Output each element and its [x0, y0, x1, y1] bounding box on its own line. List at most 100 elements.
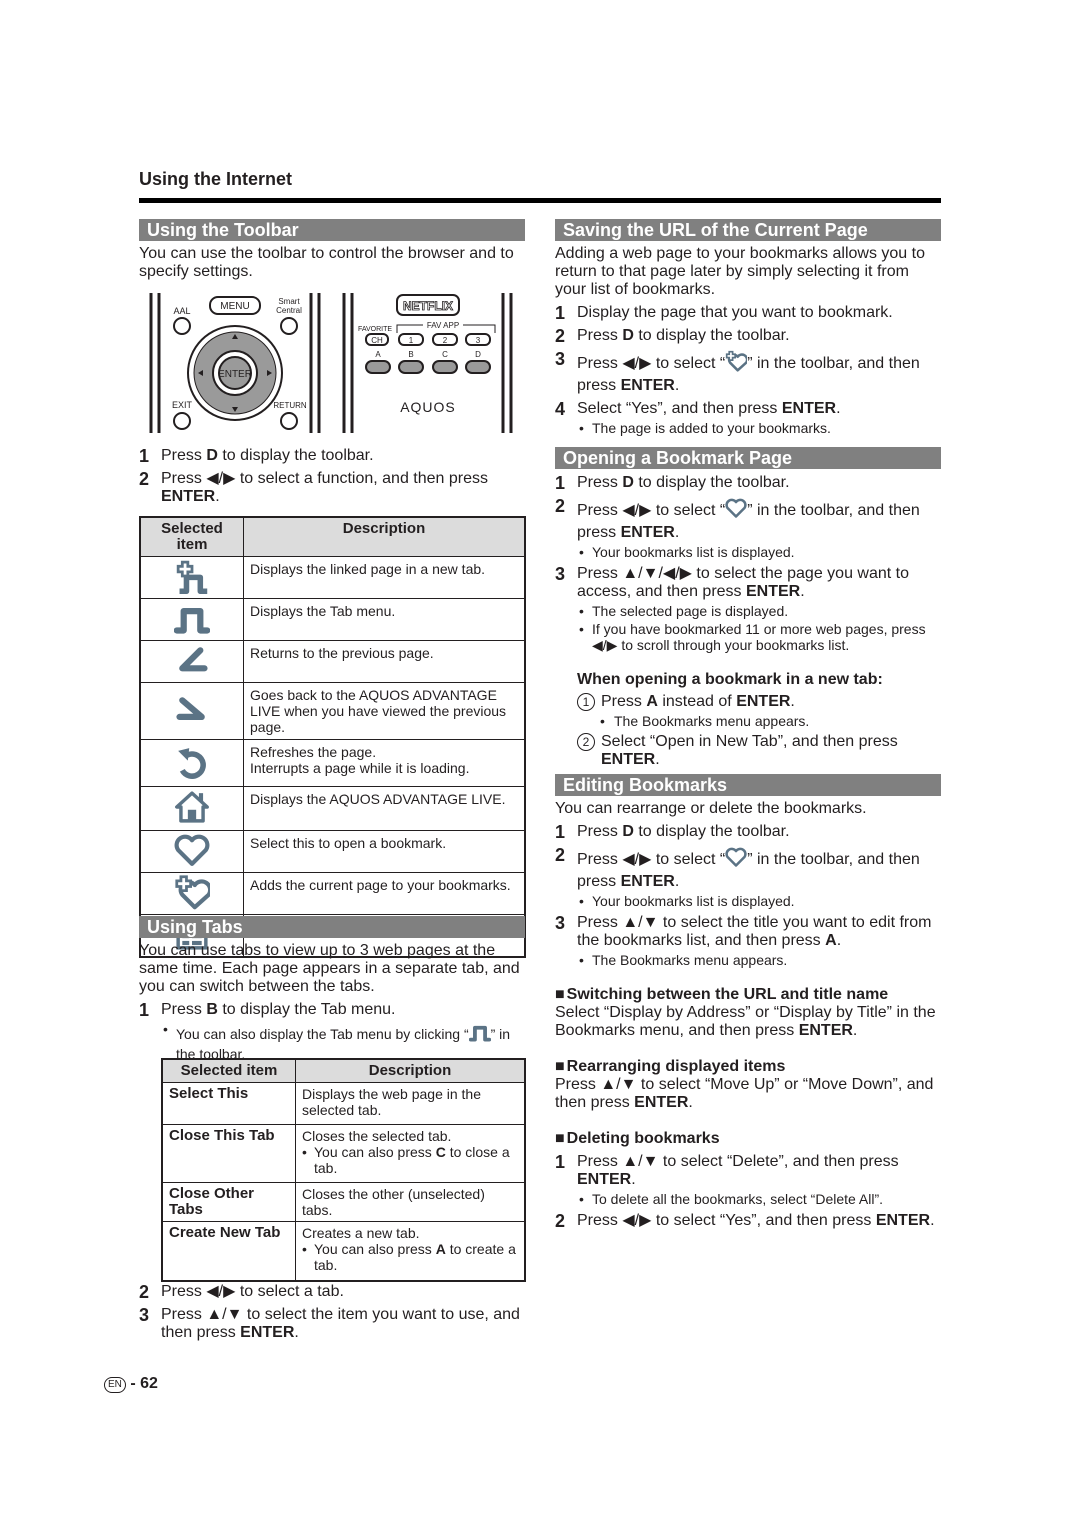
step: 1 Press B to display the Tab menu. [139, 1001, 525, 1019]
svg-text:B: B [408, 350, 413, 359]
section-header: Saving the URL of the Current Page [555, 219, 941, 241]
page-title: Using the Internet [139, 169, 293, 189]
aal-label: AAL [173, 306, 190, 316]
description-cell: Adds the current page to your bookmarks. [243, 872, 526, 915]
table-row: Close Other Tabs Closes the other (unsele… [161, 1182, 526, 1222]
step: 1 Press ▲/▼ to select “Delete”, and then … [555, 1153, 941, 1189]
text: The selected page is displayed. [592, 603, 789, 619]
step: 3 Press ▲/▼ to select the title you want … [555, 914, 941, 950]
step-number: 1 [139, 446, 150, 466]
text: Press ◀/▶ to select a function, and then… [161, 470, 488, 487]
section-header: Editing Bookmarks [555, 774, 941, 796]
subheading: Switching between the URL and title name [555, 986, 941, 1004]
tab-menu-icon [173, 600, 211, 639]
circled-number: 1 [577, 693, 595, 711]
step-number: 3 [139, 1305, 150, 1325]
table-row: Returns to the previous page. [139, 640, 526, 683]
text: . [852, 1022, 858, 1039]
color-buttons [365, 360, 491, 374]
language-badge: EN [104, 1377, 126, 1393]
step: 1 Press D to display the toolbar. [555, 474, 941, 492]
bullet-note: The Bookmarks menu appears. [555, 952, 941, 968]
bold-text: D [622, 474, 634, 491]
description-cell: Returns to the previous page. [243, 640, 526, 683]
tab-menu-icon [468, 1021, 491, 1046]
bold-text: A [646, 693, 658, 710]
description-text: Closes the other (unselected) tabs. [302, 1186, 485, 1218]
bold-text: ENTER [620, 873, 675, 890]
description-text: Creates a new tab. [302, 1225, 420, 1241]
section-header: Using the Toolbar [139, 219, 525, 241]
text: Rearranging displayed items [566, 1058, 786, 1075]
text: Press [161, 1001, 207, 1018]
text: The page is added to your bookmarks. [592, 420, 831, 436]
step-number: 2 [139, 469, 150, 489]
selected-item-cell [139, 556, 244, 599]
step-number: 3 [555, 913, 566, 933]
col-header-selected-item: Selected item [161, 1058, 296, 1083]
bold-text: ENTER [577, 1171, 632, 1188]
tabs-steps-continued: 2 Press ◀/▶ to select a tab. 3 Press ▲/▼ to… [139, 1278, 525, 1342]
text: You can rearrange or delete the bookmark… [555, 800, 867, 817]
svg-text:MENU: MENU [220, 301, 249, 312]
add-bookmark-icon [725, 350, 749, 377]
sub-step: 1 Press A instead of ENTER. [555, 693, 941, 711]
text: . [836, 400, 841, 417]
text: . [631, 1171, 636, 1188]
description-text: Displays the AQUOS ADVANTAGE LIVE. [250, 791, 506, 807]
text: If you have bookmarked 11 or more web pa… [592, 621, 926, 653]
bullet-note: You can also display the Tab menu by cli… [139, 1021, 525, 1062]
selected-item-cell [139, 682, 244, 740]
text: Your bookmarks list is displayed. [592, 544, 795, 560]
return-button [280, 412, 298, 430]
description-cell: Displays the linked page in a new tab. [243, 556, 526, 599]
bold-text: ENTER [745, 583, 801, 600]
bullet-note: The Bookmarks menu appears. [555, 713, 941, 729]
new-tab-icon [174, 558, 210, 597]
svg-text:FAVORITE: FAVORITE [358, 326, 392, 333]
paragraph: You can use tabs to view up to 3 web pag… [139, 942, 525, 996]
step: 1 Press D to display the toolbar. [555, 823, 941, 841]
section-header: Using Tabs [139, 916, 525, 938]
step-number: 2 [555, 1211, 566, 1231]
description-cell: Displays the Tab menu. [243, 598, 526, 641]
description-cell: Displays the web page in the selected ta… [295, 1082, 526, 1125]
step-number: 1 [555, 1152, 566, 1172]
text: Press [577, 327, 623, 344]
svg-text:D: D [475, 350, 481, 359]
paragraph: Press ▲/▼ to select “Move Up” or “Move D… [555, 1076, 941, 1112]
svg-text:A: A [375, 350, 381, 359]
text: You can use tabs to view up to 3 web pag… [139, 942, 520, 995]
svg-text:CH: CH [371, 336, 383, 345]
bold-text: D [622, 327, 634, 344]
description-cell: Closes the other (unselected) tabs. [295, 1182, 526, 1222]
section-opening-bookmark: Opening a Bookmark Page 1 Press D to displ… [555, 447, 941, 769]
step: 2 Press ◀/▶ to select a function, and the… [139, 470, 525, 506]
selected-item-cell [139, 739, 244, 787]
text: Opening a Bookmark Page [563, 448, 793, 468]
text: Switching between the URL and title name [566, 986, 889, 1003]
step-number: 3 [555, 564, 566, 584]
text: . [294, 1324, 299, 1341]
table-row: Adds the current page to your bookmarks. [139, 872, 526, 915]
svg-text:NETFLIX: NETFLIX [403, 299, 453, 313]
svg-text:EXIT: EXIT [172, 400, 193, 410]
text: Select “Open in New Tab”, and then press [601, 733, 898, 750]
svg-text:RETURN: RETURN [273, 401, 307, 410]
bold-text: ENTER [736, 693, 791, 710]
step: 2 Press ◀/▶ to select “” in the toolbar, … [555, 846, 941, 891]
bold-text: ENTER [875, 1212, 931, 1229]
text: You can use the toolbar to control the b… [139, 245, 514, 280]
exit-button [173, 412, 191, 430]
description-text: Displays the web page in the selected ta… [302, 1086, 481, 1118]
text: Press ▲/▼/◀/▶ to select the page you wan… [577, 565, 909, 600]
bold-text: A [435, 1241, 446, 1257]
text: Deleting bookmarks [566, 1130, 720, 1147]
bookmark-heart-icon [725, 497, 747, 524]
bullet-note: You can also press C to close a tab. [302, 1144, 518, 1176]
text: To delete all the bookmarks, select “Del… [592, 1191, 884, 1207]
section-editing-bookmarks: Editing Bookmarks You can rearrange or de… [555, 774, 941, 1230]
text: . [674, 377, 680, 394]
table-row: Select this to open a bookmark. [139, 830, 526, 873]
svg-text:2: 2 [443, 336, 448, 345]
